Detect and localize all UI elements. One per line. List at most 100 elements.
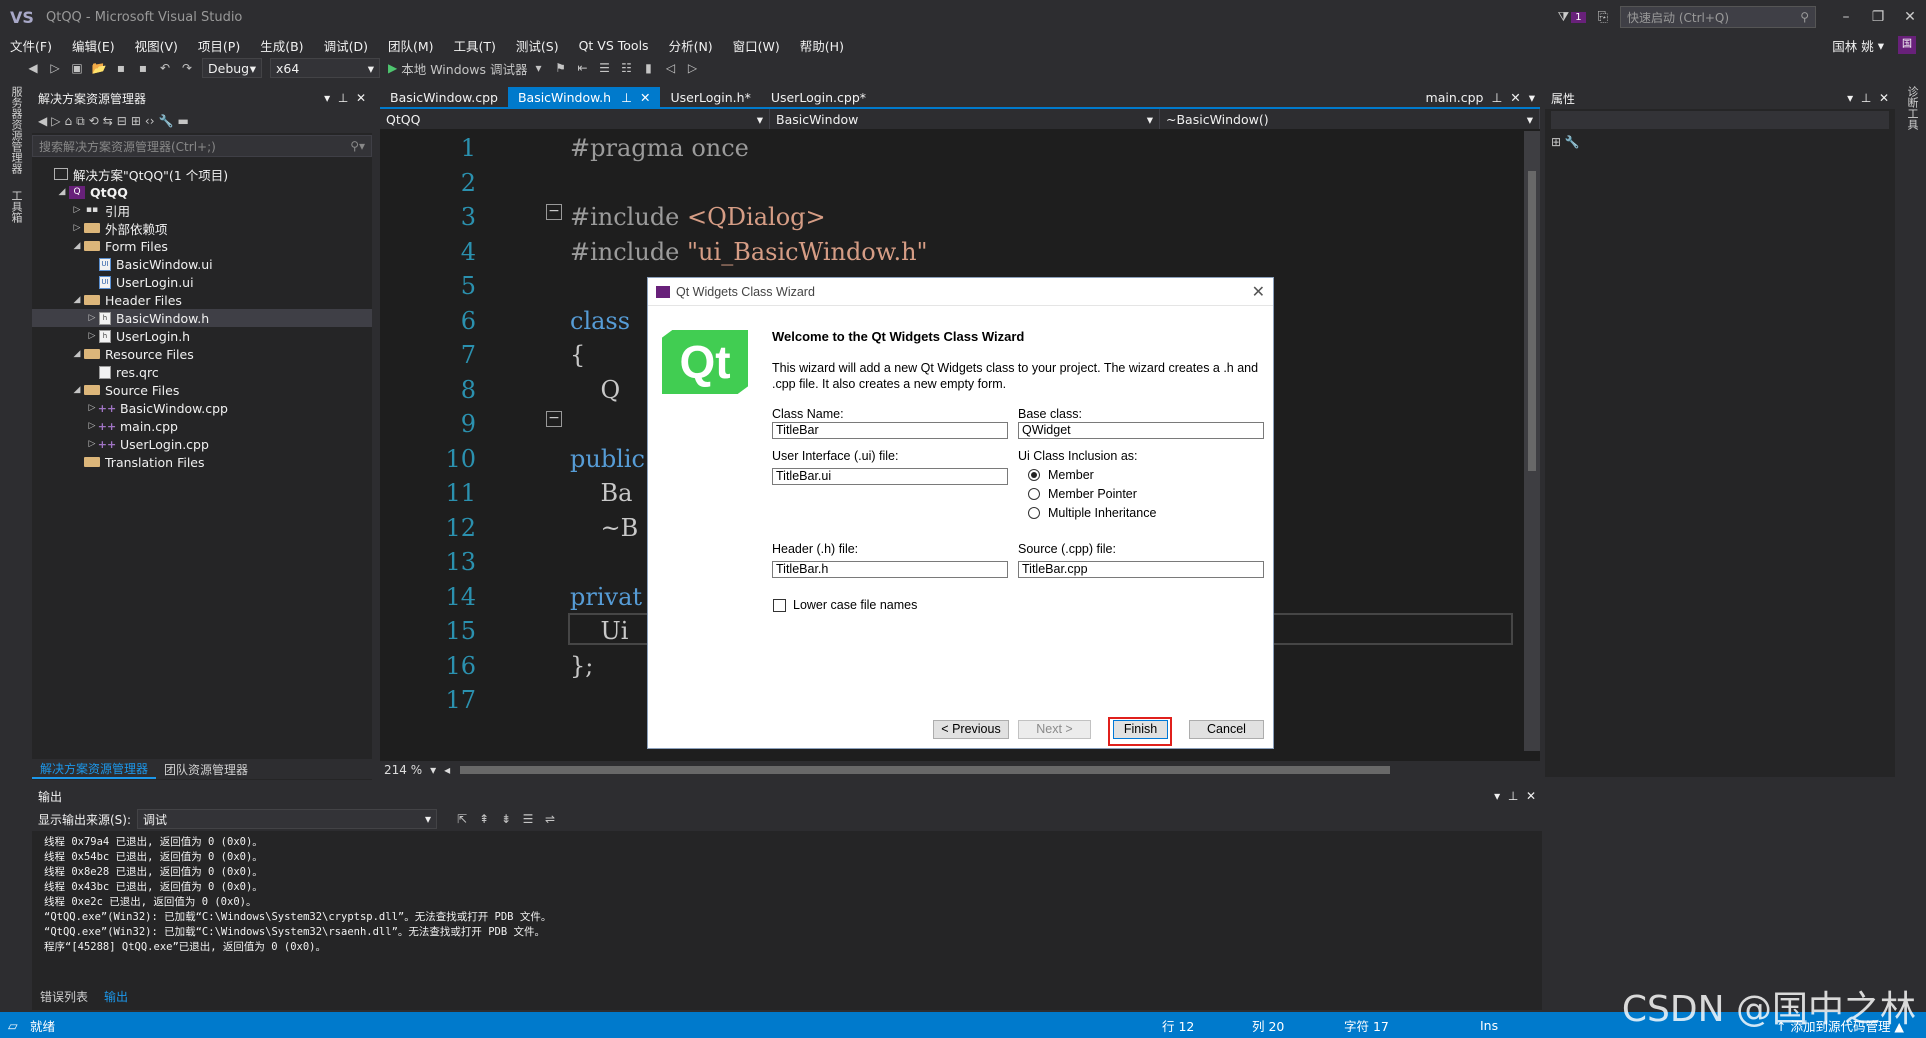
new-project-icon[interactable]: ▣ [68,61,86,75]
sync-icon[interactable]: ⇆ [103,114,113,128]
forward-icon[interactable]: ▷ [51,114,60,128]
home-icon[interactable]: ⌂ [64,114,72,128]
inclusion-member-pointer-radio[interactable]: Member Pointer [1028,487,1137,501]
close-window-button[interactable]: ✕ [1894,9,1926,25]
lowercase-checkbox[interactable]: Lower case file names [773,598,917,612]
menu-item[interactable]: 编辑(E) [62,36,125,55]
back-icon[interactable]: ◀ [38,114,47,128]
uncomment-icon[interactable]: ☷ [617,61,635,75]
class-name-input[interactable]: TitleBar [772,422,1008,439]
document-tab[interactable]: BasicWindow.h ⊥ ✕ [507,87,661,107]
zoom-level[interactable]: 214 % [384,763,422,777]
cancel-button[interactable]: Cancel [1189,720,1264,739]
menu-item[interactable]: 窗口(W) [723,36,790,55]
document-tab[interactable]: UserLogin.cpp* [761,87,876,107]
menu-item[interactable]: 分析(N) [659,36,723,55]
menu-item[interactable]: 视图(V) [125,36,188,55]
collapse-all-icon[interactable]: ⊟ [117,114,127,128]
switch-views-icon[interactable]: ⧉ [76,114,85,129]
chevron-down-icon[interactable]: ▾ [529,61,547,75]
close-icon[interactable]: ✕ [1526,789,1536,803]
expand-toggle-icon[interactable]: ▷ [70,223,84,233]
scroll-left-icon[interactable]: ◂ [444,763,450,777]
class-dropdown[interactable]: BasicWindow ▾ [770,109,1160,129]
document-tab[interactable]: UserLogin.h* [660,87,760,107]
pending-changes-icon[interactable]: ⟲ [89,114,99,128]
chevron-down-icon[interactable]: ▾ [1494,789,1500,803]
next-button[interactable]: Next > [1018,720,1091,739]
clear-all-icon[interactable]: ☰ [519,812,537,826]
bookmark-prev-icon[interactable]: ◁ [661,61,679,75]
server-explorer-tab[interactable]: 服务器资源管理器 [8,86,24,174]
fold-toggle-icon[interactable]: − [546,411,562,427]
tree-item[interactable]: Translation Files [32,453,372,471]
chevron-down-icon[interactable]: ▾ [430,763,436,777]
back-icon[interactable]: ◀ [24,61,42,75]
tree-item[interactable]: ▷ 外部依赖项 [32,219,372,237]
expand-toggle-icon[interactable]: ◢ [55,187,69,197]
menu-item[interactable]: 调试(D) [314,36,378,55]
feedback-icon[interactable]: ⎘ [1598,10,1608,25]
expand-toggle-icon[interactable]: ▷ [70,205,84,215]
ui-file-input[interactable]: TitleBar.ui [772,468,1008,485]
user-account[interactable]: 国林 姚 ▾ 国 [1832,34,1916,56]
start-debugging-button[interactable]: 本地 Windows 调试器 [401,59,527,78]
chevron-down-icon[interactable]: ▾ [324,91,330,105]
tree-item[interactable]: ▷ h BasicWindow.h [32,309,372,327]
pin-icon[interactable]: ⊥ [1861,91,1871,105]
configuration-select[interactable]: Debug ▾ [202,58,262,78]
menu-item[interactable]: Qt VS Tools [569,38,659,53]
forward-icon[interactable]: ▷ [46,61,64,75]
member-dropdown[interactable]: ~BasicWindow() ▾ [1160,109,1540,129]
tree-item[interactable]: ▷ ++ UserLogin.cpp [32,435,372,453]
minimize-button[interactable]: – [1830,9,1862,25]
prev-message-icon[interactable]: ⇞ [475,812,493,826]
pin-icon[interactable]: ⊥ [1491,90,1502,105]
footer-tab[interactable]: 输出 [96,988,136,1005]
wrench-icon[interactable]: 🔧 [1565,135,1580,149]
undo-icon[interactable]: ↶ [156,61,174,75]
project-dropdown[interactable]: QtQQ ▾ [380,109,770,129]
inclusion-member-radio[interactable]: Member [1028,468,1094,482]
editor-horizontal-scrollbar[interactable] [460,766,1391,774]
save-icon[interactable]: ▪ [112,61,130,75]
tree-item[interactable]: ▷ h UserLogin.h [32,327,372,345]
tree-item[interactable]: ▷ ▪▪ 引用 [32,201,372,219]
source-file-input[interactable]: TitleBar.cpp [1018,561,1264,578]
tree-item[interactable]: UI UserLogin.ui [32,273,372,291]
word-wrap-icon[interactable]: ⇌ [541,812,559,826]
footer-tab[interactable]: 解决方案资源管理器 [32,760,157,779]
expand-toggle-icon[interactable]: ◢ [70,241,84,251]
editor-vertical-scrollbar[interactable] [1524,131,1540,751]
close-icon[interactable]: ✕ [1510,90,1520,105]
chevron-down-icon[interactable]: ▾ [1847,91,1853,105]
menu-item[interactable]: 项目(P) [188,36,250,55]
tree-item[interactable]: res.qrc [32,363,372,381]
footer-tab[interactable]: 团队资源管理器 [156,761,256,778]
show-all-files-icon[interactable]: ⊞ [131,114,141,128]
chevron-down-icon[interactable]: ▾ [1529,90,1535,105]
close-icon[interactable]: ✕ [640,90,650,105]
tree-item[interactable]: ◢ Source Files [32,381,372,399]
open-file-icon[interactable]: 📂 [90,61,108,75]
view-code-icon[interactable]: ‹› [145,114,155,128]
properties-object-select[interactable] [1551,111,1889,129]
find-message-icon[interactable]: ⇱ [453,812,471,826]
inclusion-multiple-inheritance-radio[interactable]: Multiple Inheritance [1028,506,1156,520]
notifications-button[interactable]: ⧩ 1 [1558,10,1586,25]
tree-item[interactable]: ▷ ++ main.cpp [32,417,372,435]
header-file-input[interactable]: TitleBar.h [772,561,1008,578]
output-source-select[interactable]: 调试 ▾ [137,809,438,829]
menu-item[interactable]: 生成(B) [250,36,313,55]
previous-button[interactable]: < Previous [933,720,1009,739]
properties-icon[interactable]: 🔧 [159,114,174,128]
close-icon[interactable]: ✕ [1879,91,1889,105]
tab-main-cpp[interactable]: main.cpp ⊥ ✕ ▾ [1416,87,1545,107]
next-message-icon[interactable]: ⇟ [497,812,515,826]
tree-item[interactable]: ◢ Resource Files [32,345,372,363]
pin-icon[interactable]: ⊥ [338,91,348,105]
quick-launch-input[interactable]: 快速启动 (Ctrl+Q) ⚲ [1620,6,1816,28]
pin-icon[interactable]: ⊥ [621,90,632,105]
tree-item[interactable]: ◢ Q QtQQ [32,183,372,201]
toolbox-tab[interactable]: 工具箱 [8,190,24,223]
